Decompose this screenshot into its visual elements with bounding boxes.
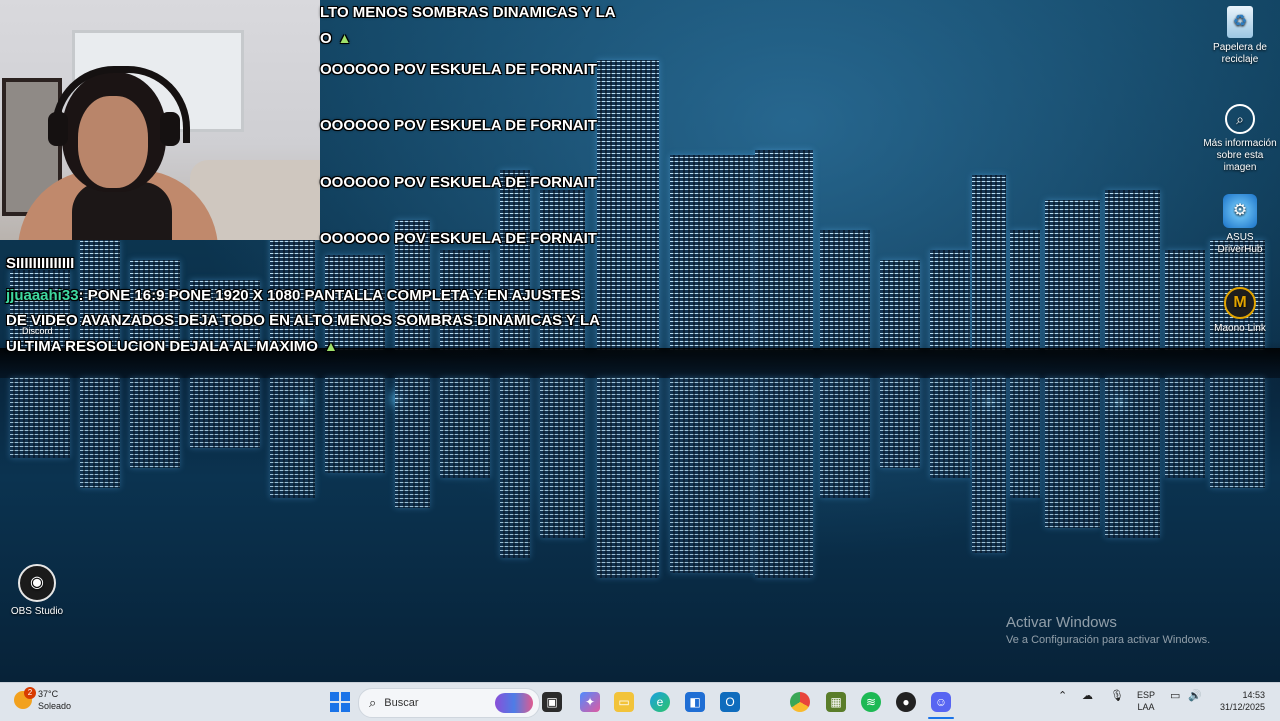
chat-message-line2: DE VIDEO AVANZADOS DEJA TODO EN ALTO MEN… [6,312,600,329]
microphone-icon[interactable]: 🎙 [1110,689,1124,702]
search-icon: ⌕ [369,695,377,710]
chat-message-line3: ULTIMA RESOLUCION DEJALA AL MAXIMO ▲ [6,338,338,355]
active-indicator [928,717,954,719]
desktop-icon-obs-studio[interactable]: ◉ OBS Studio [0,564,74,618]
edge-icon[interactable]: e [650,692,670,712]
chat-line: OOOOOO POV ESKUELA DE FORNAIT [320,230,597,247]
weather-widget[interactable]: 2 37°C Soleado [14,687,72,712]
chat-line: OOOOOO POV ESKUELA DE FORNAIT [320,174,597,191]
weather-condition: Soleado [38,701,72,711]
desktop-icon-label: OBS Studio [10,606,64,617]
taskbar: 2 37°C Soleado ⌕ Buscar ▣ ✦ ▭ e ◧ O ▦ ≋ … [0,682,1280,721]
chevron-up-icon[interactable]: ⌃ [1058,689,1067,702]
spotify-icon[interactable]: ≋ [861,692,881,712]
desktop-icon-label: Papelera de reciclaje [1213,42,1267,65]
chat-line: OOOOOO POV ESKUELA DE FORNAIT [320,117,597,134]
info-camera-icon: ⌕ [1225,104,1255,134]
start-button[interactable] [330,692,350,712]
microsoft-store-icon[interactable]: ◧ [685,692,705,712]
search-highlight-icon [495,693,533,713]
chat-line: SIIIIIIIIIIIIII [6,255,75,272]
desktop-icon-recycle-bin[interactable]: ♻ Papelera de reciclaje [1203,6,1277,66]
webcam-overlay [0,0,320,240]
warning-icon: ▲ [337,30,352,46]
discord-icon[interactable]: ☺ [931,692,951,712]
chat-text: : PONE 16:9 PONE 1920 X 1080 PANTALLA CO… [78,287,581,304]
activation-subtitle: Ve a Configuración para activar Windows. [1006,634,1211,646]
headset-earcup-left [48,112,68,146]
chrome-icon[interactable] [790,692,810,712]
language-indicator[interactable]: ESP LAA [1137,689,1155,713]
file-explorer-icon[interactable]: ▭ [614,692,634,712]
asus-driverhub-icon: ⚙ [1223,194,1257,228]
chat-line: OOOOOO POV ESKUELA DE FORNAIT [320,61,597,78]
maono-link-icon: M [1224,287,1256,319]
volume-icon[interactable]: 🔊 [1188,689,1202,702]
outlook-icon[interactable]: O [720,692,740,712]
desktop-icon-asus-driverhub[interactable]: ⚙ ASUS DriverHub [1203,194,1277,256]
onedrive-icon[interactable]: ☁ [1082,689,1093,702]
search-box[interactable]: ⌕ Buscar [358,688,540,718]
clock-time: 14:53 [1242,690,1265,700]
chat-username: jjuaaahi33 [6,287,79,304]
desktop-icon-label: ASUS DriverHub [1217,232,1263,255]
recycle-bin-icon: ♻ [1227,6,1253,38]
app-icon[interactable]: ● [896,692,916,712]
desktop-icon-image-info[interactable]: ⌕ Más información sobre esta imagen [1203,104,1277,174]
clock-date: 31/12/2025 [1219,702,1265,712]
obs-studio-icon: ◉ [18,564,56,602]
headset-earcup-right [160,112,180,146]
minecraft-icon[interactable]: ▦ [826,692,846,712]
desktop-icon-label: Maono Link [1214,323,1266,334]
network-icon[interactable]: ▭ [1170,689,1180,702]
desktop-icon-label: Más información sobre esta imagen [1203,138,1277,173]
city-reflection [0,378,1280,578]
weather-temp: 37°C [38,689,59,699]
search-placeholder: Buscar [384,697,419,709]
discord-label: Discord [22,326,53,336]
clock[interactable]: 14:53 31/12/2025 [1210,689,1265,713]
desktop-icon-maono-link[interactable]: M Maono Link [1203,287,1277,335]
warning-icon: ▲ [323,338,338,354]
chat-line: LTO MENOS SOMBRAS DINAMICAS Y LA [320,4,616,21]
activation-title: Activar Windows [1006,614,1117,631]
windows-activation-watermark: Activar Windows Ve a Configuración para … [1006,614,1210,646]
chat-message: jjuaaahi33: PONE 16:9 PONE 1920 X 1080 P… [6,287,581,304]
sun-icon: 2 [14,687,36,709]
copilot-icon[interactable]: ✦ [580,692,600,712]
notification-badge: 2 [24,687,36,699]
chat-line: O ▲ [320,30,352,47]
task-view-icon[interactable]: ▣ [542,692,562,712]
